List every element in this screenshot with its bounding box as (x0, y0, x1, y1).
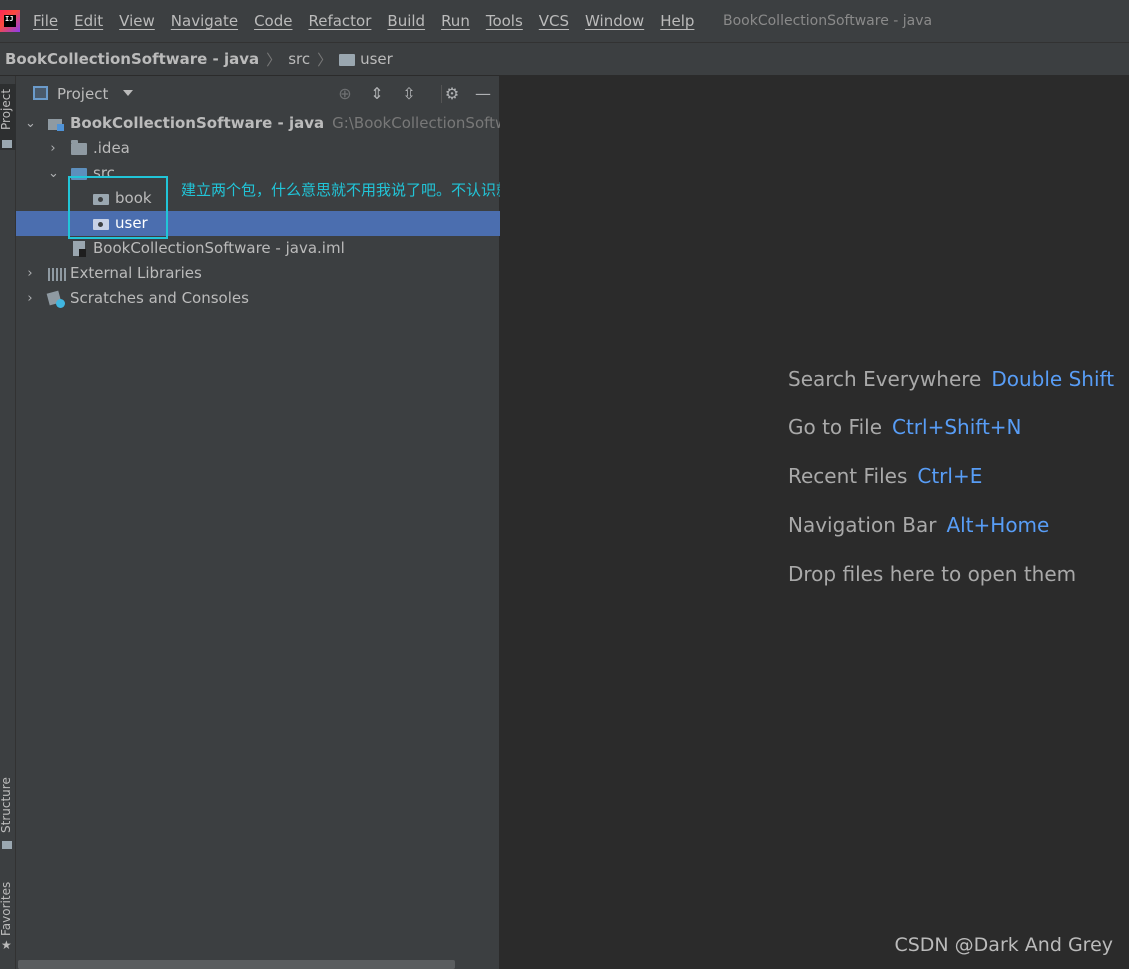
breadcrumb-separator: 〉 (317, 50, 333, 69)
menu-help[interactable]: Help (660, 12, 694, 30)
locate-target-icon[interactable]: ⊕ (335, 84, 355, 104)
annotation-highlight-box (68, 176, 168, 239)
tree-node-idea[interactable]: › .idea (16, 136, 500, 161)
tool-window-strip: Project Structure Favorites ★ (0, 76, 16, 969)
tree-node-project-root[interactable]: ⌄ BookCollectionSoftware - java G:\BookCo… (16, 111, 532, 136)
module-icon (48, 117, 64, 131)
menu-window[interactable]: Window (585, 12, 644, 30)
hint-recent-files: Recent Files Ctrl+E (788, 464, 982, 488)
hint-goto-label: Go to File (788, 415, 882, 439)
tree-node-external-libraries[interactable]: › External Libraries (16, 261, 500, 286)
chevron-down-icon[interactable] (123, 90, 133, 96)
tool-tab-project-label: Project (0, 88, 13, 130)
tool-tab-structure[interactable]: Structure (0, 771, 16, 857)
intellij-logo-icon[interactable]: IJ (0, 10, 20, 32)
tool-tab-structure-label: Structure (0, 777, 13, 833)
hint-search-label: Search Everywhere (788, 367, 982, 391)
menu-navigate[interactable]: Navigate (171, 12, 238, 30)
hint-nav-shortcut: Alt+Home (946, 513, 1050, 537)
project-folder-icon (2, 140, 12, 148)
editor-empty-area[interactable]: Search Everywhere Double Shift Go to File… (500, 76, 1129, 969)
collapse-all-icon[interactable]: ⇳ (399, 84, 419, 104)
tool-tab-favorites[interactable]: Favorites ★ (0, 876, 16, 962)
menu-vcs[interactable]: VCS (539, 12, 569, 30)
menu-refactor[interactable]: Refactor (308, 12, 371, 30)
tool-tab-favorites-label: Favorites (0, 881, 13, 936)
minimize-icon[interactable]: — (473, 84, 493, 104)
tree-root-label: BookCollectionSoftware - java (70, 114, 325, 132)
hint-recent-label: Recent Files (788, 464, 908, 488)
chevron-right-icon[interactable]: › (25, 261, 35, 286)
watermark: CSDN @Dark And Grey (894, 934, 1113, 956)
project-panel-header: Project ⊕ ⇕ ⇳ ⚙ — (16, 76, 500, 112)
hint-drop-files: Drop files here to open them (788, 562, 1076, 586)
menu-bar: IJ File Edit View Navigate Code Refactor… (0, 0, 1129, 42)
chevron-down-icon[interactable]: ⌄ (48, 161, 59, 186)
hint-go-to-file: Go to File Ctrl+Shift+N (788, 415, 1022, 439)
menu-run[interactable]: Run (441, 12, 470, 30)
project-view-title[interactable]: Project (57, 85, 108, 103)
iml-file-icon (73, 241, 86, 257)
breadcrumb-separator: 〉 (266, 50, 282, 69)
menu-build[interactable]: Build (387, 12, 425, 30)
horizontal-scrollbar[interactable] (18, 960, 455, 969)
hint-recent-shortcut: Ctrl+E (917, 464, 983, 488)
menu-file[interactable]: File (33, 12, 58, 30)
menu-view[interactable]: View (119, 12, 155, 30)
expand-all-icon[interactable]: ⇕ (367, 84, 387, 104)
hint-navigation-bar: Navigation Bar Alt+Home (788, 513, 1049, 537)
package-icon (339, 54, 356, 66)
main-menu: File Edit View Navigate Code Refactor Bu… (33, 0, 710, 42)
tool-tab-project[interactable]: Project (0, 84, 16, 150)
star-icon: ★ (1, 938, 12, 952)
menu-tools[interactable]: Tools (486, 12, 523, 30)
project-view-icon (33, 86, 48, 100)
library-icon (48, 268, 66, 281)
hint-drop-label: Drop files here to open them (788, 562, 1077, 586)
tree-external-libraries-label: External Libraries (70, 264, 202, 282)
hint-search-shortcut: Double Shift (991, 367, 1115, 391)
tree-iml-label: BookCollectionSoftware - java.iml (93, 239, 345, 257)
breadcrumb-src[interactable]: src (288, 50, 310, 68)
breadcrumb-user[interactable]: user (360, 50, 393, 68)
gear-icon[interactable]: ⚙ (442, 84, 462, 104)
breadcrumb: BookCollectionSoftware - java 〉 src 〉 us… (0, 42, 1129, 76)
window-title: BookCollectionSoftware - java (723, 13, 933, 29)
menu-edit[interactable]: Edit (74, 12, 103, 30)
chevron-right-icon[interactable]: › (48, 136, 58, 161)
tree-node-scratches[interactable]: › Scratches and Consoles (16, 286, 500, 311)
folder-icon (71, 140, 87, 155)
tree-node-iml[interactable]: BookCollectionSoftware - java.iml (16, 236, 500, 261)
hint-nav-label: Navigation Bar (788, 513, 937, 537)
menu-code[interactable]: Code (254, 12, 292, 30)
hint-goto-shortcut: Ctrl+Shift+N (892, 415, 1022, 439)
chevron-down-icon[interactable]: ⌄ (25, 111, 36, 136)
chevron-right-icon[interactable]: › (25, 286, 35, 311)
structure-icon (2, 841, 12, 849)
breadcrumb-project[interactable]: BookCollectionSoftware - java (5, 50, 259, 68)
tree-scratches-label: Scratches and Consoles (70, 289, 249, 307)
tree-idea-label: .idea (93, 139, 130, 157)
hint-search-everywhere: Search Everywhere Double Shift (788, 367, 1114, 391)
scratches-icon (48, 292, 66, 308)
